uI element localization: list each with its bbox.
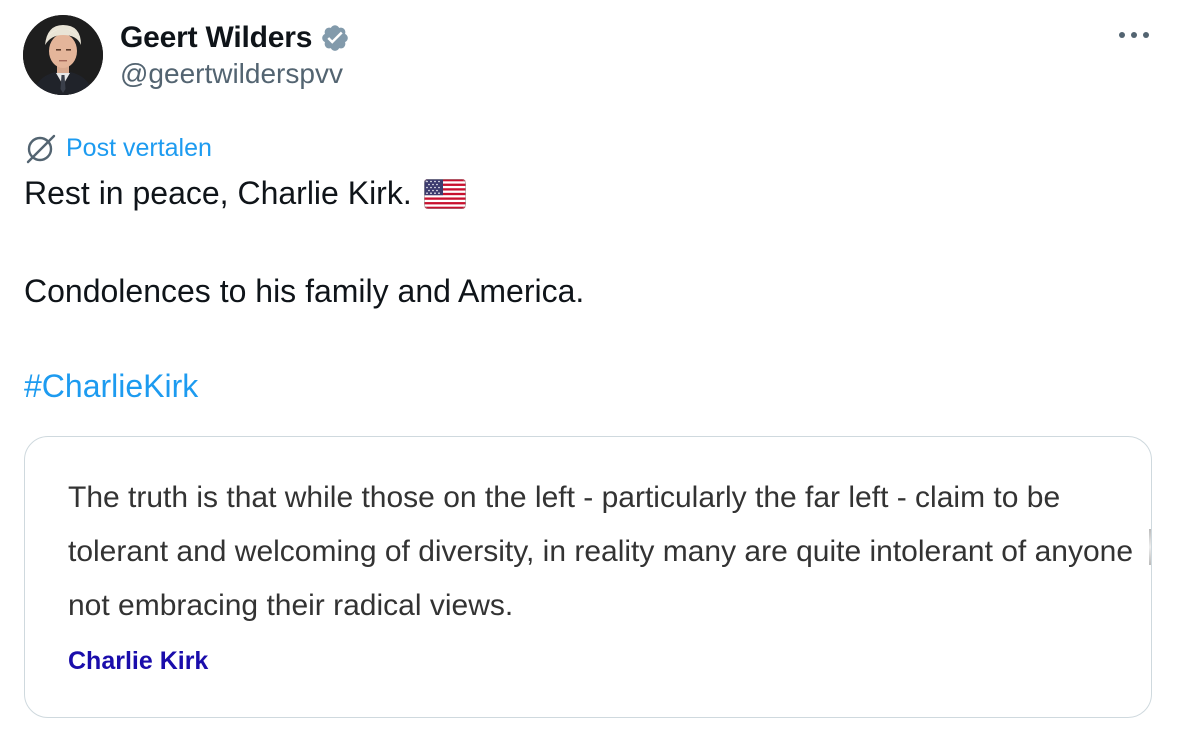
tweet-text: Rest in peace, Charlie Kirk. [24, 175, 412, 211]
author-name-row[interactable]: Geert Wilders [120, 18, 350, 58]
tweet-text-line-2: Condolences to his family and America. [24, 273, 585, 309]
hashtag-link[interactable]: #CharlieKirk [24, 368, 198, 405]
translate-globe-icon [24, 132, 56, 164]
us-flag-icon [423, 178, 466, 209]
quote-text: The truth is that while those on the lef… [68, 481, 1134, 622]
quote-author: Charlie Kirk [68, 647, 209, 675]
translate-label[interactable]: Post vertalen [66, 134, 212, 163]
verified-badge-icon [320, 23, 350, 53]
more-options-button[interactable] [1114, 20, 1154, 50]
display-name[interactable]: Geert Wilders [120, 21, 312, 55]
media-image-card[interactable]: The truth is that while those on the lef… [24, 436, 1152, 718]
portrait-avatar [23, 15, 103, 95]
translate-post-link[interactable]: Post vertalen [24, 130, 212, 166]
author-handle[interactable]: @geertwilderspvv [120, 58, 343, 90]
tweet-text-line-1: Rest in peace, Charlie Kirk. [24, 175, 466, 212]
more-options-icon [1119, 32, 1149, 38]
image-edge-mark [1149, 529, 1151, 565]
avatar[interactable] [23, 15, 103, 95]
